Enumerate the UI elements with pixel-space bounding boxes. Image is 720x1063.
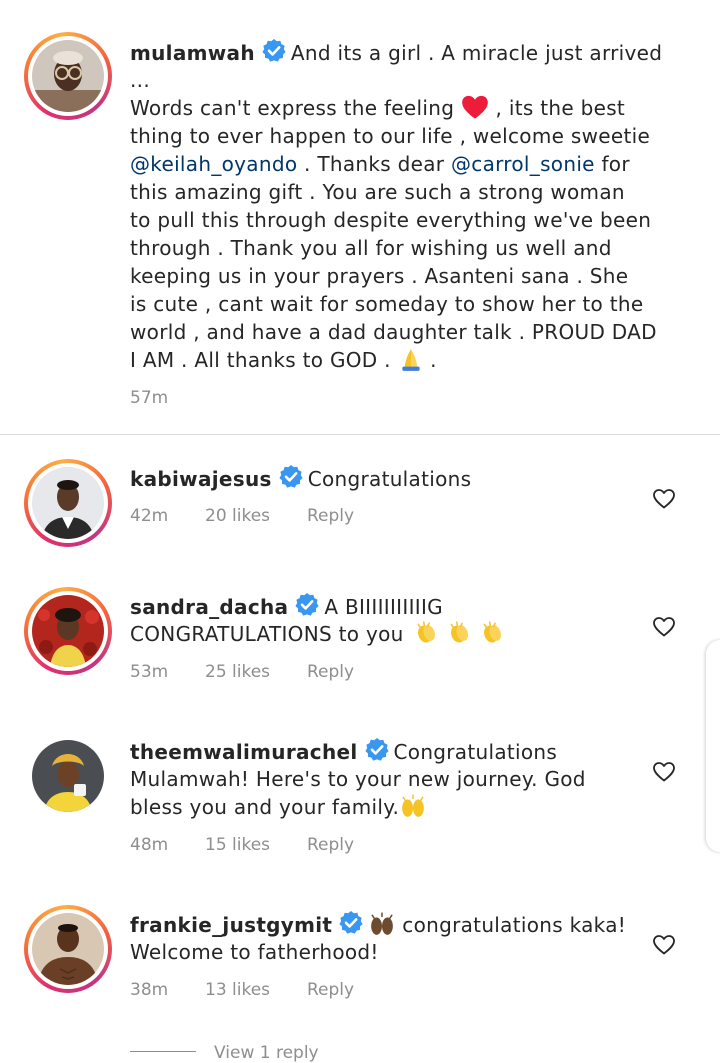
comment-username[interactable]: kabiwajesus xyxy=(130,467,272,491)
caption-line: to pull this through despite everything … xyxy=(130,208,652,232)
caption-line: is cute , cant wait for someday to show … xyxy=(130,292,644,316)
heart-outline-icon[interactable] xyxy=(652,487,676,511)
caption-line: for xyxy=(601,152,630,176)
avatar-story-ring[interactable] xyxy=(24,905,112,993)
comment-text: bless you and your family. xyxy=(130,795,400,819)
comment-text: Congratulations xyxy=(393,740,558,764)
caption-line: through . Thank you all for wishing us w… xyxy=(130,236,612,260)
side-scroll-handle[interactable] xyxy=(706,640,720,852)
comment-likes[interactable]: 13 likes xyxy=(205,980,270,1000)
divider xyxy=(0,434,720,435)
view-replies-divider xyxy=(130,1051,196,1052)
view-replies-button[interactable]: View 1 reply xyxy=(214,1043,319,1063)
verified-badge-icon xyxy=(294,592,321,617)
avatar-story-ring[interactable] xyxy=(24,32,112,120)
reply-button[interactable]: Reply xyxy=(307,835,354,855)
avatar-frankie-justgymit xyxy=(32,913,104,985)
caption-line: this amazing gift . You are such a stron… xyxy=(130,180,625,204)
comment-text: Welcome to fatherhood! xyxy=(130,940,379,964)
avatar-kabiwajesus xyxy=(32,467,104,539)
caption-line: keeping us in your prayers . Asanteni sa… xyxy=(130,264,629,288)
caption-line: And its a girl . A miracle just arrived xyxy=(290,41,663,65)
raising-hands-emoji xyxy=(370,912,394,936)
caption-line: . xyxy=(430,348,437,372)
heart-outline-icon[interactable] xyxy=(652,760,676,784)
caption-line: thing to ever happen to our life , welco… xyxy=(130,124,651,148)
comment-likes[interactable]: 20 likes xyxy=(205,506,270,526)
comment-username[interactable]: theemwalimurachel xyxy=(130,740,358,764)
comment-username[interactable]: sandra_dacha xyxy=(130,595,288,619)
caption-line: I AM . All thanks to GOD . xyxy=(130,348,391,372)
verified-badge-icon xyxy=(277,464,304,489)
caption-line: world , and have a dad daughter talk . P… xyxy=(130,320,657,344)
comment-username[interactable]: frankie_justgymit xyxy=(130,913,332,937)
reply-button[interactable]: Reply xyxy=(307,662,354,682)
mention-link[interactable]: @keilah_oyando xyxy=(130,152,297,176)
comment-timestamp: 38m xyxy=(130,980,169,1000)
clapping-hands-emoji xyxy=(480,621,504,646)
avatar-mulamwah xyxy=(32,40,104,112)
comment-timestamp: 48m xyxy=(130,835,169,855)
praying-hands-emoji xyxy=(401,349,420,371)
caption-line: Words can't express the feeling xyxy=(130,96,455,120)
comment-text: CONGRATULATIONS to you xyxy=(130,622,404,646)
clapping-hands-emoji xyxy=(447,621,471,646)
comment-text: Congratulations xyxy=(307,467,472,491)
raising-hands-emoji xyxy=(401,794,425,818)
verified-badge-icon xyxy=(363,737,390,762)
caption-line: . Thanks dear xyxy=(304,152,445,176)
avatar-theemwalimurachel[interactable] xyxy=(32,740,104,812)
verified-badge-icon xyxy=(338,910,365,935)
reply-button[interactable]: Reply xyxy=(307,506,354,526)
comment-text: A BIIIIIIIIIIIG xyxy=(324,595,443,619)
caption-timestamp: 57m xyxy=(130,388,169,408)
comment-text: Mulamwah! Here's to your new journey. Go… xyxy=(130,767,586,791)
caption-line: , its the best xyxy=(495,96,626,120)
avatar-story-ring[interactable] xyxy=(24,587,112,675)
heart-outline-icon[interactable] xyxy=(652,615,676,639)
caption-line: ... xyxy=(130,68,150,92)
verified-badge-icon xyxy=(260,38,287,63)
comment-likes[interactable]: 15 likes xyxy=(205,835,270,855)
comment-likes[interactable]: 25 likes xyxy=(205,662,270,682)
reply-button[interactable]: Reply xyxy=(307,980,354,1000)
comment-timestamp: 53m xyxy=(130,662,169,682)
heart-outline-icon[interactable] xyxy=(652,933,676,957)
red-heart-emoji xyxy=(462,95,488,119)
avatar-story-ring[interactable] xyxy=(24,459,112,547)
avatar-sandra-dacha xyxy=(32,595,104,667)
comment-timestamp: 42m xyxy=(130,506,169,526)
comment-text: congratulations kaka! xyxy=(402,913,627,937)
clapping-hands-emoji xyxy=(415,621,439,646)
mention-link[interactable]: @carrol_sonie xyxy=(451,152,595,176)
caption-username[interactable]: mulamwah xyxy=(130,41,255,65)
